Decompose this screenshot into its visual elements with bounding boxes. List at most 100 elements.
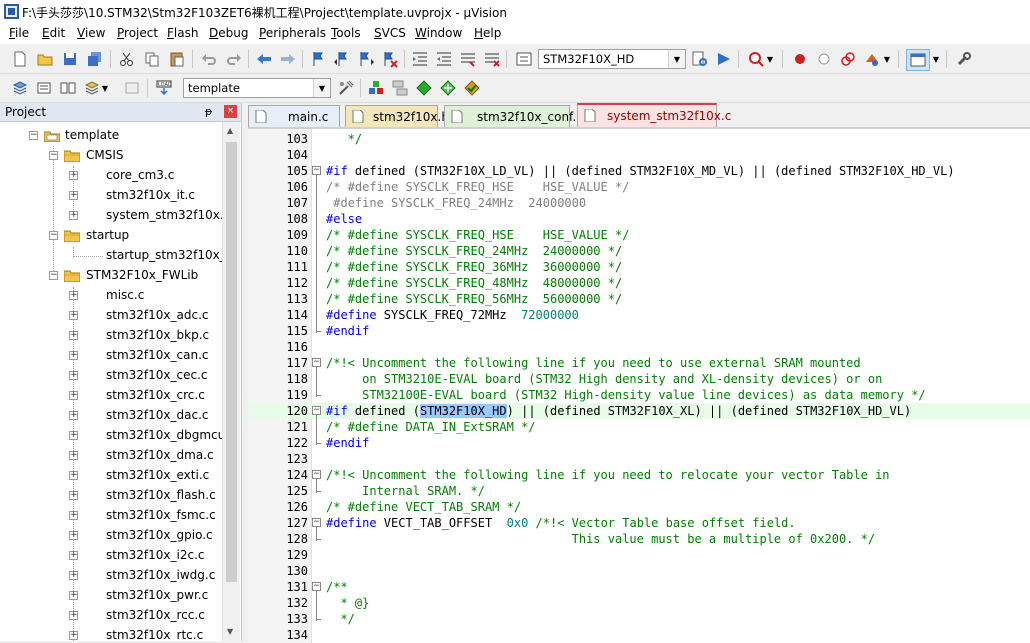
code-line[interactable]: 124−/*!< Uncomment the following line if… [248, 467, 1030, 483]
tree-group[interactable]: − STM32F10x_FWLib [0, 266, 222, 286]
chevron-down-icon[interactable]: ▼ [930, 49, 942, 69]
expand-icon[interactable]: + [69, 611, 78, 620]
tree-file[interactable]: + stm32f10x_iwdg.c [0, 566, 222, 586]
run-time-environment-icon[interactable] [462, 78, 482, 98]
tree-file[interactable]: + stm32f10x_i2c.c [0, 546, 222, 566]
chevron-down-icon[interactable]: ▼ [881, 49, 893, 69]
manage-components-icon[interactable] [366, 78, 386, 98]
bookmark-icon[interactable] [308, 49, 328, 69]
tree-file[interactable]: + stm32f10x_adc.c [0, 306, 222, 326]
tab-main-c[interactable]: main.c [248, 105, 340, 127]
code-line[interactable]: 121 /* #define DATA_IN_ExtSRAM */ [248, 419, 1030, 435]
stop-build-icon[interactable] [122, 78, 142, 98]
device-combo[interactable]: STM32F10X_HD ▼ [538, 49, 686, 69]
code-line[interactable]: 112 /* #define SYSCLK_FREQ_48MHz 48000000… [248, 275, 1030, 291]
menu-view[interactable]: View [77, 26, 105, 40]
expand-icon[interactable]: + [69, 391, 78, 400]
clear-bookmarks-icon[interactable] [380, 49, 400, 69]
chevron-down-icon[interactable]: ▼ [668, 50, 685, 68]
expand-icon[interactable]: + [69, 451, 78, 460]
code-line[interactable]: 117−/*!< Uncomment the following line if… [248, 355, 1030, 371]
tree-file[interactable]: + stm32f10x_pwr.c [0, 586, 222, 606]
code-line[interactable]: 105− #if defined (STM32F10X_LD_VL) || (de… [248, 163, 1030, 179]
code-line[interactable]: 125 Internal SRAM. */ [248, 483, 1030, 499]
tree-file[interactable]: + stm32f10x_cec.c [0, 366, 222, 386]
build-icon[interactable] [34, 78, 54, 98]
expand-icon[interactable]: + [69, 311, 78, 320]
open-file-icon[interactable] [35, 49, 55, 69]
tree-root[interactable]: − template [0, 126, 222, 146]
debug-session-icon[interactable] [746, 49, 766, 69]
expand-icon[interactable]: + [69, 331, 78, 340]
paste-icon[interactable] [167, 49, 187, 69]
code-line[interactable]: 110 /* #define SYSCLK_FREQ_24MHz 24000000… [248, 243, 1030, 259]
cut-icon[interactable] [117, 49, 137, 69]
chevron-down-icon[interactable]: ▼ [313, 79, 330, 97]
code-line[interactable]: 129 [248, 547, 1030, 563]
select-software-packs-icon[interactable] [438, 78, 458, 98]
code-line[interactable]: 114 #define SYSCLK_FREQ_72MHz 72000000 [248, 307, 1030, 323]
uncomment-icon[interactable] [482, 49, 502, 69]
code-line[interactable]: 104 [248, 147, 1030, 163]
nav-back-icon[interactable] [254, 49, 274, 69]
tree-file[interactable]: + misc.c [0, 286, 222, 306]
target-combo[interactable]: template ▼ [183, 78, 331, 98]
configure-icon[interactable] [954, 49, 974, 69]
expand-icon[interactable]: + [69, 471, 78, 480]
code-line[interactable]: 113 /* #define SYSCLK_FREQ_56MHz 56000000… [248, 291, 1030, 307]
code-line[interactable]: 106 /* #define SYSCLK_FREQ_HSE HSE_VALUE … [248, 179, 1030, 195]
tree-file[interactable]: + stm32f10x_fsmc.c [0, 506, 222, 526]
incremental-find-icon[interactable] [714, 49, 734, 69]
code-line[interactable]: 123 [248, 451, 1030, 467]
expand-icon[interactable]: + [69, 531, 78, 540]
file-extensions-icon[interactable] [390, 78, 410, 98]
tree-file[interactable]: + stm32f10x_crc.c [0, 386, 222, 406]
nav-forward-icon[interactable] [278, 49, 298, 69]
code-line[interactable]: 132 * @} [248, 595, 1030, 611]
breakpoint-disabled-icon[interactable] [814, 49, 834, 69]
tree-file[interactable]: + stm32f10x_it.c [0, 186, 222, 206]
code-line[interactable]: 127− #define VECT_TAB_OFFSET 0x0 /*!< Vec… [248, 515, 1030, 531]
fold-icon[interactable]: − [312, 358, 321, 367]
expand-icon[interactable]: + [69, 371, 78, 380]
tab-stm32f10x-h[interactable]: stm32f10x.h [345, 105, 449, 127]
expand-icon[interactable]: + [69, 351, 78, 360]
menu-flash[interactable]: Flash [167, 26, 198, 40]
tree-group[interactable]: − startup [0, 226, 222, 246]
menu-file[interactable]: File [9, 26, 29, 40]
collapse-icon[interactable]: − [49, 151, 58, 160]
trace-icon[interactable] [862, 49, 882, 69]
tree-file[interactable]: + stm32f10x_dma.c [0, 446, 222, 466]
tree-file[interactable]: + core_cm3.c [0, 166, 222, 186]
expand-icon[interactable]: + [69, 511, 78, 520]
download-icon[interactable]: LOAD [154, 78, 174, 98]
find-in-files-icon[interactable] [690, 49, 710, 69]
chevron-down-icon[interactable]: ▼ [764, 49, 776, 69]
comment-icon[interactable] [458, 49, 478, 69]
code-line[interactable]: 103 */ [248, 131, 1030, 147]
rebuild-icon[interactable] [58, 78, 78, 98]
tree-file[interactable]: + stm32f10x_exti.c [0, 466, 222, 486]
menu-window[interactable]: Window [415, 26, 462, 40]
code-line[interactable]: 111 /* #define SYSCLK_FREQ_36MHz 36000000… [248, 259, 1030, 275]
code-line[interactable]: 109 /* #define SYSCLK_FREQ_HSE HSE_VALUE … [248, 227, 1030, 243]
prev-bookmark-icon[interactable] [332, 49, 352, 69]
expand-icon[interactable]: + [69, 431, 78, 440]
close-icon[interactable]: × [224, 105, 237, 118]
menu-help[interactable]: Help [474, 26, 501, 40]
tab-system-stm32f10x-c[interactable]: system_stm32f10x.c [577, 103, 731, 127]
expand-icon[interactable]: + [69, 591, 78, 600]
menu-debug[interactable]: Debug [209, 26, 248, 40]
tree-file[interactable]: + stm32f10x_bkp.c [0, 326, 222, 346]
tree-file[interactable]: + stm32f10x_can.c [0, 346, 222, 366]
unindent-icon[interactable] [434, 49, 454, 69]
kill-breakpoints-icon[interactable] [838, 49, 858, 69]
batch-build-icon[interactable] [82, 78, 102, 98]
project-tree-scrollbar[interactable]: ▲ ▼ [222, 122, 240, 641]
window-layout-icon[interactable] [906, 49, 930, 71]
expand-icon[interactable]: + [69, 411, 78, 420]
tree-file[interactable]: + stm32f10x_dbgmcu.c [0, 426, 222, 446]
code-line[interactable]: 120− #if defined (STM32F10X_HD) || (defin… [248, 403, 1030, 419]
target-options-icon[interactable] [336, 78, 356, 98]
code-line[interactable]: 131−/** [248, 579, 1030, 595]
